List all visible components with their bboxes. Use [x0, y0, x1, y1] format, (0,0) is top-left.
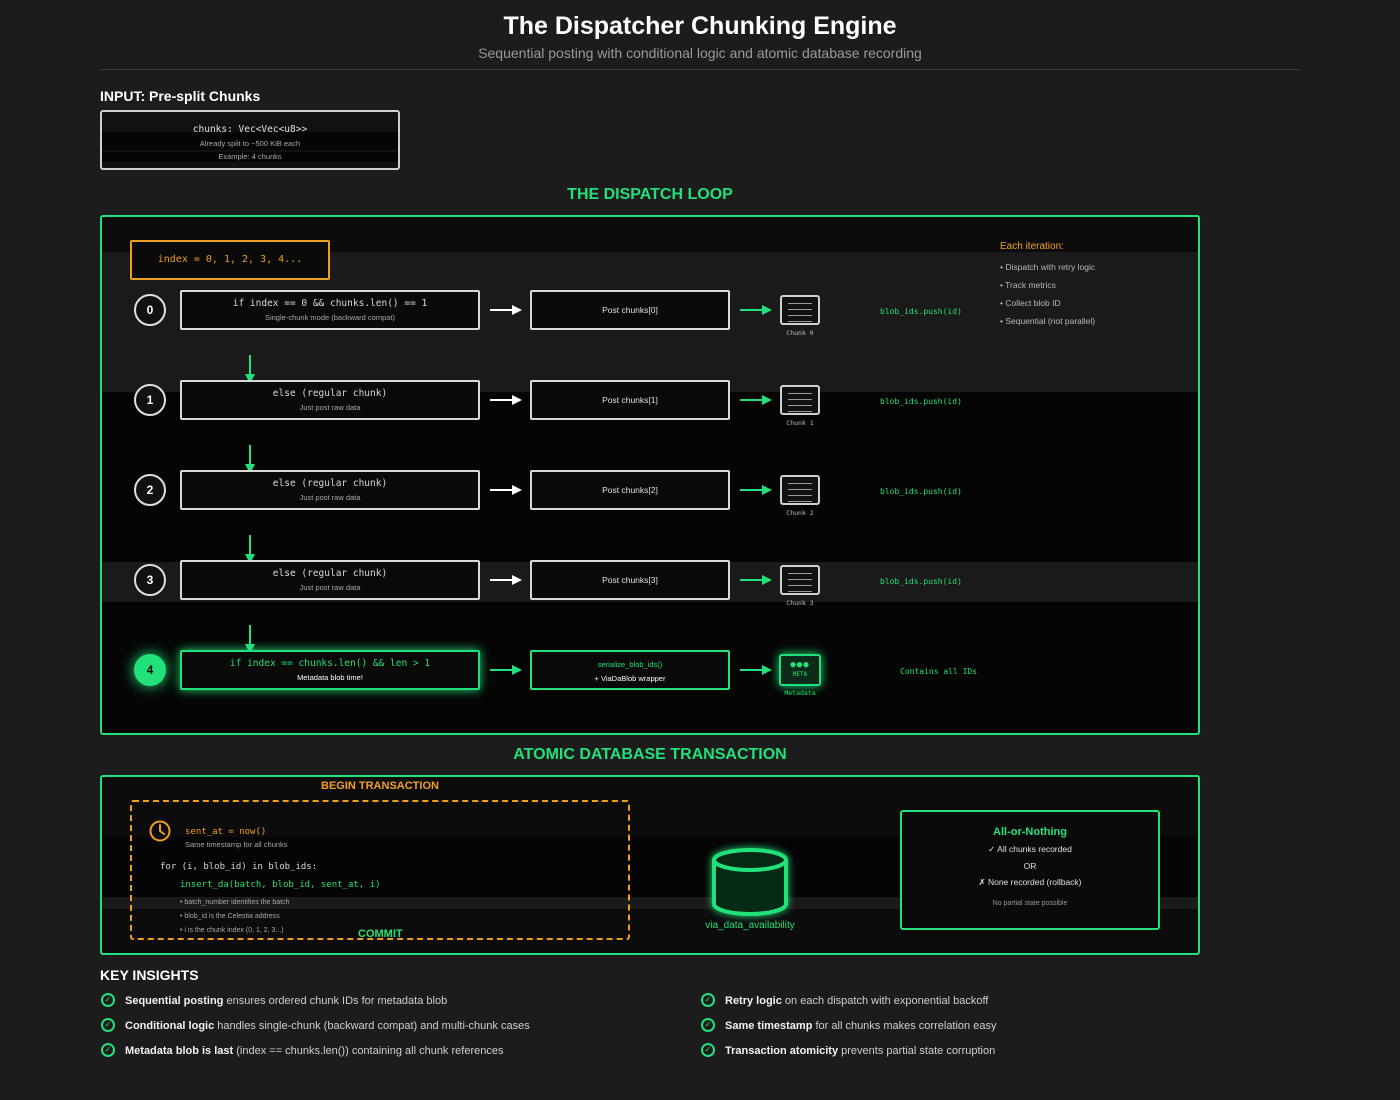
- begin-transaction-label: BEGIN TRANSACTION: [321, 780, 439, 792]
- metadata-note: Contains all IDs: [900, 667, 978, 676]
- metadata-icon: ●●● META: [779, 654, 821, 686]
- condition-note: Just post raw data: [299, 583, 361, 592]
- insight-item: Sequential posting ensures ordered chunk…: [125, 995, 448, 1007]
- serialize-box: serialize_blob_ids() + ViaDaBlob wrapper: [530, 650, 730, 690]
- chunk-label: Chunk 0: [786, 329, 814, 337]
- check-icon: ✓: [701, 1018, 715, 1032]
- insight-item: Metadata blob is last (index == chunks.l…: [125, 1045, 504, 1057]
- database-icon: [712, 848, 788, 916]
- sent-at-code: sent_at = now(): [185, 827, 267, 837]
- post-chunk-box: Post chunks[0]: [530, 290, 730, 330]
- check-icon: ✓: [101, 1043, 115, 1057]
- check-icon: ✓: [701, 993, 715, 1007]
- or-line: OR: [1023, 861, 1037, 871]
- step-number: 2: [134, 474, 166, 506]
- condition-code: else (regular chunk): [272, 478, 388, 489]
- insight-item: Same timestamp for all chunks makes corr…: [725, 1020, 997, 1032]
- each-iteration-item: • Track metrics: [1000, 280, 1056, 290]
- chunk-icon: [780, 475, 820, 505]
- insight-item: Retry logic on each dispatch with expone…: [725, 995, 989, 1007]
- insert-note: • blob_id is the Celestia address: [180, 913, 280, 920]
- chunk-label: Chunk 2: [786, 509, 814, 517]
- all-or-nothing-box: All-or-Nothing ✓ All chunks recorded OR …: [900, 810, 1160, 930]
- condition-code: if index == 0 && chunks.len() == 1: [232, 298, 428, 309]
- condition-code: else (regular chunk): [272, 568, 388, 579]
- step-number: 3: [134, 564, 166, 596]
- condition-code: if index == chunks.len() && len > 1: [229, 658, 431, 669]
- chunk-icon: [780, 385, 820, 415]
- metadata-condition-box: if index == chunks.len() && len > 1 Meta…: [180, 650, 480, 690]
- condition-box: if index == 0 && chunks.len() == 1 Singl…: [180, 290, 480, 330]
- post-chunk-box: Post chunks[3]: [530, 560, 730, 600]
- all-recorded-line: ✓ All chunks recorded: [988, 844, 1072, 854]
- serialize-line: serialize_blob_ids(): [597, 660, 663, 669]
- chunk-icon: [780, 295, 820, 325]
- condition-code: else (regular chunk): [272, 388, 388, 399]
- commit-label: COMMIT: [358, 928, 403, 940]
- each-iteration-item: • Dispatch with retry logic: [1000, 262, 1096, 272]
- condition-note: Single-chunk mode (backward compat): [264, 313, 396, 322]
- push-id-code: blob_ids.push(id): [880, 397, 962, 406]
- chunk-label: Chunk 1: [786, 419, 814, 427]
- condition-note: Just post raw data: [299, 403, 361, 412]
- post-chunk-box: Post chunks[1]: [530, 380, 730, 420]
- push-id-code: blob_ids.push(id): [880, 307, 962, 316]
- for-loop-code: for (i, blob_id) in blob_ids:: [160, 862, 318, 872]
- insert-code: insert_da(batch, blob_id, sent_at, i): [180, 880, 381, 890]
- step-number: 1: [134, 384, 166, 416]
- none-recorded-line: ✗ None recorded (rollback): [978, 877, 1082, 887]
- each-iteration-title: Each iteration:: [1000, 241, 1064, 252]
- key-insights-heading: KEY INSIGHTS: [100, 967, 199, 983]
- all-or-nothing-title: All-or-Nothing: [993, 826, 1067, 838]
- database-label: via_data_availability: [705, 920, 795, 931]
- step-number: 0: [134, 294, 166, 326]
- condition-note: Metadata blob time!: [297, 673, 363, 682]
- insert-note: • i is the chunk index (0, 1, 2, 3...): [180, 927, 284, 934]
- step-number-active: 4: [134, 654, 166, 686]
- insight-item: Transaction atomicity prevents partial s…: [725, 1045, 996, 1057]
- chunk-label: Chunk 3: [786, 599, 814, 607]
- condition-box: else (regular chunk) Just post raw data: [180, 560, 480, 600]
- each-iteration-item: • Collect blob ID: [1000, 298, 1061, 308]
- chunk-icon: [780, 565, 820, 595]
- push-id-code: blob_ids.push(id): [880, 577, 962, 586]
- push-id-code: blob_ids.push(id): [880, 487, 962, 496]
- metadata-icon-text: META: [792, 671, 808, 678]
- condition-note: Just post raw data: [299, 493, 361, 502]
- condition-box: else (regular chunk) Just post raw data: [180, 380, 480, 420]
- insight-item: Conditional logic handles single-chunk (…: [125, 1020, 530, 1032]
- check-icon: ✓: [701, 1043, 715, 1057]
- no-partial-note: No partial state possible: [992, 900, 1068, 907]
- post-chunk-box: Post chunks[2]: [530, 470, 730, 510]
- sent-at-note: Same timestamp for all chunks: [185, 840, 288, 849]
- each-iteration-item: • Sequential (not parallel): [1000, 316, 1096, 326]
- wrapper-line: + ViaDaBlob wrapper: [594, 674, 666, 683]
- check-icon: ✓: [101, 1018, 115, 1032]
- condition-box: else (regular chunk) Just post raw data: [180, 470, 480, 510]
- insert-note: • batch_number identifies the batch: [180, 899, 290, 906]
- check-icon: ✓: [101, 993, 115, 1007]
- metadata-label: Metadata: [784, 689, 816, 697]
- clock-icon: [149, 820, 171, 842]
- db-transaction-heading: ATOMIC DATABASE TRANSACTION: [513, 746, 787, 763]
